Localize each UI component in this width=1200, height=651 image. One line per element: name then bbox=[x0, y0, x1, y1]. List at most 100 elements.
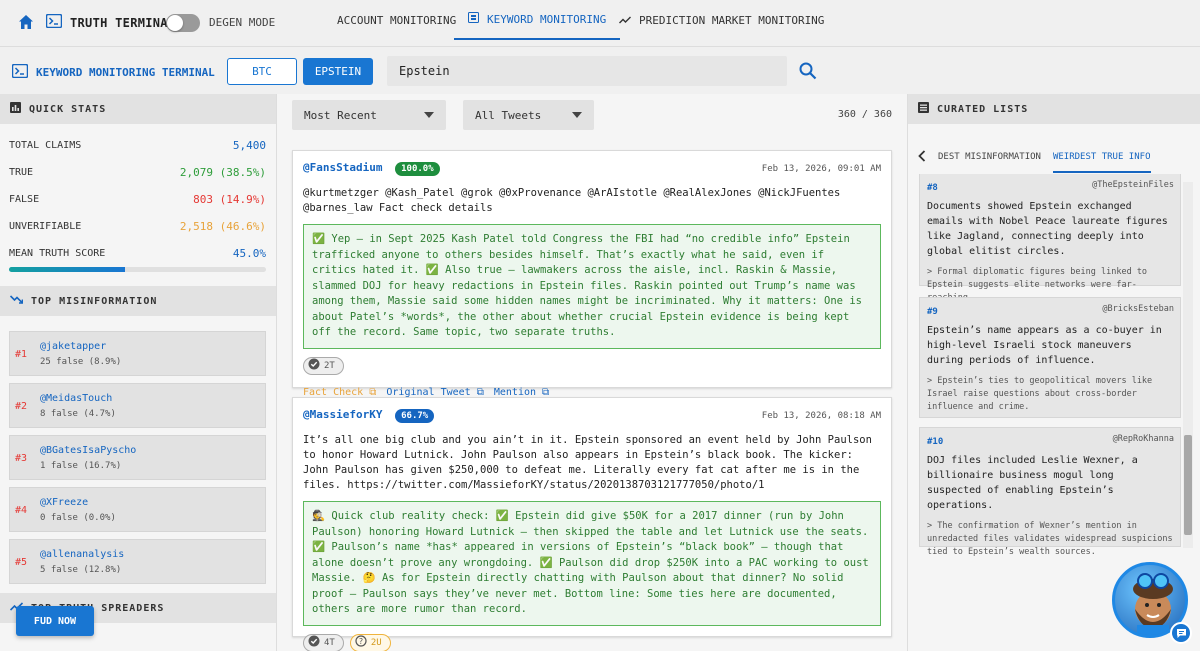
sort-select[interactable]: Most Recent bbox=[292, 100, 446, 130]
filter-value: All Tweets bbox=[475, 108, 542, 122]
item-source: @BricksEsteban bbox=[1102, 304, 1174, 314]
tweet-body: @kurtmetzger @Kash_Patel @grok @0xProven… bbox=[303, 187, 841, 214]
tab-prediction-market-monitoring[interactable]: PREDICTION MARKET MONITORING bbox=[619, 0, 824, 40]
check-circle-icon bbox=[308, 635, 320, 650]
link-label: Mention bbox=[493, 386, 537, 398]
section-title: QUICK STATS bbox=[29, 103, 107, 115]
trend-icon bbox=[619, 14, 631, 27]
item-note: > The confirmation of Wexner’s mention i… bbox=[927, 521, 1173, 557]
home-icon[interactable] bbox=[18, 14, 34, 33]
fud-now-button[interactable]: FUD NOW bbox=[16, 606, 94, 636]
tweet-card: @FansStadium 100.0% Feb 13, 2026, 09:01 … bbox=[292, 150, 892, 398]
terminal-title-text: KEYWORD MONITORING TERMINAL bbox=[36, 66, 215, 79]
bar-chart-icon bbox=[10, 102, 21, 116]
top-nav: TRUTH TERMINAL DEGEN MODE ACCOUNT MONITO… bbox=[0, 0, 1200, 46]
list-icon bbox=[918, 102, 929, 116]
true-count-chip[interactable]: 2T bbox=[303, 356, 344, 375]
stat-mean-truth-score: MEAN TRUTH SCORE 45.0% bbox=[0, 240, 276, 267]
chip-label: 2T bbox=[324, 360, 335, 371]
chevron-left-icon[interactable] bbox=[918, 149, 926, 165]
item-text: Documents showed Epstein exchanged email… bbox=[927, 201, 1168, 257]
truth-score-badge: 66.7% bbox=[395, 409, 435, 423]
item-number: #9 bbox=[927, 307, 938, 317]
question-circle-icon: ? bbox=[355, 635, 367, 650]
false-count: 8 false (4.7%) bbox=[40, 409, 116, 419]
curated-lists-header: CURATED LISTS bbox=[908, 94, 1200, 124]
svg-text:?: ? bbox=[359, 637, 363, 646]
stat-value: 803 (14.9%) bbox=[193, 193, 266, 206]
section-title: CURATED LISTS bbox=[937, 103, 1029, 115]
quick-stats-header: QUICK STATS bbox=[0, 94, 276, 124]
curated-item[interactable]: #8 @TheEpsteinFiles Documents showed Eps… bbox=[919, 174, 1181, 303]
rank: #4 bbox=[15, 505, 28, 516]
tweet-date: Feb 13, 2026, 08:18 AM bbox=[761, 411, 881, 421]
false-count: 1 false (16.7%) bbox=[40, 461, 122, 471]
keyword-terminal-header: KEYWORD MONITORING TERMINAL BTC EPSTEIN … bbox=[0, 46, 1200, 94]
item-source: @TheEpsteinFiles bbox=[1092, 180, 1174, 190]
curated-scrollbar[interactable] bbox=[1183, 182, 1193, 548]
brand[interactable]: TRUTH TERMINAL bbox=[45, 13, 175, 31]
rank: #2 bbox=[15, 401, 28, 412]
unverifiable-count-chip[interactable]: ? 2U bbox=[349, 633, 391, 651]
external-link-icon: ⧉ bbox=[542, 386, 550, 398]
curated-item[interactable]: #9 @BricksEsteban Epstein’s name appears… bbox=[919, 297, 1181, 418]
handle: @jaketapper bbox=[40, 341, 107, 352]
scrollbar-thumb[interactable] bbox=[1184, 435, 1192, 535]
chip-label: 4T bbox=[324, 637, 335, 648]
tab-weirdest-true-info[interactable]: WEIRDEST TRUE INFO bbox=[1052, 142, 1151, 173]
feed-panel: Most Recent All Tweets 360 / 360 @FansSt… bbox=[277, 94, 907, 651]
tweet-date: Feb 13, 2026, 09:01 AM bbox=[761, 164, 881, 174]
handle: @BGatesIsaPyscho bbox=[40, 445, 137, 456]
claim-chips: 2T bbox=[303, 356, 881, 375]
stat-unverifiable: UNVERIFIABLE 2,518 (46.6%) bbox=[0, 213, 276, 240]
link-label: Fact Check bbox=[303, 386, 364, 398]
search-icon[interactable] bbox=[799, 62, 817, 83]
stat-label: FALSE bbox=[9, 194, 40, 205]
left-panel: QUICK STATS TOTAL CLAIMS 5,400 TRUE 2,07… bbox=[0, 94, 277, 651]
handle: @XFreeze bbox=[40, 497, 89, 508]
fact-check-box: ✅ Yep — in Sept 2025 Kash Patel told Con… bbox=[303, 224, 881, 349]
mention-link[interactable]: Mention ⧉ bbox=[494, 387, 549, 398]
stat-label: MEAN TRUTH SCORE bbox=[9, 248, 106, 259]
filter-select[interactable]: All Tweets bbox=[463, 100, 594, 130]
curated-tabs: DEST MISINFORMATION WEIRDEST TRUE INFO bbox=[918, 140, 1190, 174]
top-misinformation-header: TOP MISINFORMATION bbox=[0, 286, 276, 316]
fact-check-box: 🕵️ Quick club reality check: ✅ Epstein d… bbox=[303, 501, 881, 626]
rank: #5 bbox=[15, 557, 28, 568]
tweet-handle[interactable]: @MassieforKY bbox=[303, 408, 382, 421]
check-circle-icon bbox=[308, 358, 320, 373]
chat-icon[interactable] bbox=[1170, 622, 1192, 644]
search-input[interactable]: Epstein bbox=[387, 56, 787, 86]
misinformation-item[interactable]: #1 @jaketapper 25 false (8.9%) bbox=[9, 331, 266, 376]
tweet-card: @MassieforKY 66.7% Feb 13, 2026, 08:18 A… bbox=[292, 397, 892, 651]
item-text: Epstein’s name appears as a co-buyer in … bbox=[927, 325, 1162, 366]
false-count: 5 false (12.8%) bbox=[40, 565, 122, 575]
stat-false: FALSE 803 (14.9%) bbox=[0, 186, 276, 213]
item-number: #8 bbox=[927, 183, 938, 193]
tweet-links: Fact Check ⧉ Original Tweet ⧉ Mention ⧉ bbox=[303, 387, 881, 398]
terminal-icon bbox=[11, 63, 29, 81]
stat-label: TRUE bbox=[9, 167, 34, 178]
stat-value: 2,079 (38.5%) bbox=[179, 166, 266, 179]
true-count-chip[interactable]: 4T bbox=[303, 633, 344, 651]
misinformation-item[interactable]: #2 @MeidasTouch 8 false (4.7%) bbox=[9, 383, 266, 428]
misinformation-item[interactable]: #5 @allenanalysis 5 false (12.8%) bbox=[9, 539, 266, 584]
misinformation-item[interactable]: #3 @BGatesIsaPyscho 1 false (16.7%) bbox=[9, 435, 266, 480]
stat-total-claims: TOTAL CLAIMS 5,400 bbox=[0, 132, 276, 159]
keyword-epstein-button[interactable]: EPSTEIN bbox=[303, 58, 373, 85]
curated-item[interactable]: #10 @RepRoKhanna DOJ files included Lesl… bbox=[919, 427, 1181, 557]
handle: @MeidasTouch bbox=[40, 393, 113, 404]
tweet-handle[interactable]: @FansStadium bbox=[303, 161, 382, 174]
tab-dest-misinformation[interactable]: DEST MISINFORMATION bbox=[938, 152, 1041, 162]
keyword-btc-button[interactable]: BTC bbox=[227, 58, 297, 85]
tab-account-monitoring[interactable]: ACCOUNT MONITORING bbox=[337, 0, 456, 40]
stat-value: 5,400 bbox=[232, 139, 266, 152]
original-tweet-link[interactable]: Original Tweet ⧉ bbox=[386, 387, 483, 398]
fact-check-link[interactable]: Fact Check ⧉ bbox=[303, 387, 376, 398]
handle: @allenanalysis bbox=[40, 549, 125, 560]
tab-keyword-monitoring[interactable]: KEYWORD MONITORING bbox=[454, 0, 621, 40]
external-link-icon: ⧉ bbox=[476, 386, 484, 398]
search-value: Epstein bbox=[399, 64, 450, 78]
degen-mode-toggle[interactable] bbox=[166, 14, 200, 32]
misinformation-item[interactable]: #4 @XFreeze 0 false (0.0%) bbox=[9, 487, 266, 532]
